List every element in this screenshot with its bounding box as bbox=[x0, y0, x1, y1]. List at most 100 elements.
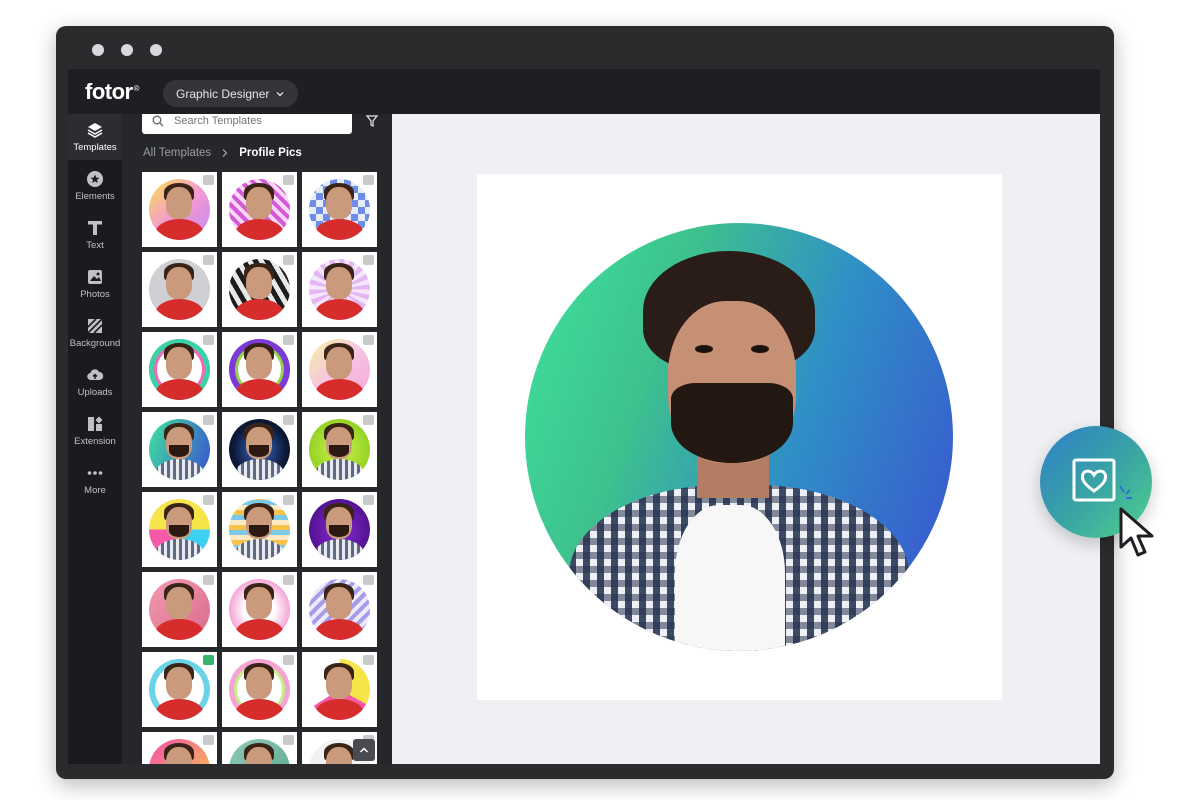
search-box bbox=[142, 114, 352, 134]
rail-item-uploads[interactable]: Uploads bbox=[68, 359, 122, 405]
favorite-icon[interactable] bbox=[283, 415, 294, 425]
template-tile[interactable] bbox=[142, 652, 217, 727]
profile-portrait[interactable] bbox=[525, 223, 953, 651]
rail-item-more[interactable]: More bbox=[68, 457, 122, 503]
template-tile[interactable] bbox=[302, 252, 377, 327]
template-tile[interactable] bbox=[222, 732, 297, 764]
favorite-icon[interactable] bbox=[363, 415, 374, 425]
rail-label: Photos bbox=[80, 289, 110, 300]
template-tile[interactable] bbox=[302, 572, 377, 647]
rail-label: Extension bbox=[74, 436, 116, 447]
template-tile[interactable] bbox=[142, 572, 217, 647]
favorite-icon[interactable] bbox=[203, 255, 214, 265]
template-tile[interactable] bbox=[302, 332, 377, 407]
template-thumbnail bbox=[229, 579, 290, 640]
layers-icon bbox=[87, 123, 103, 138]
portrait-eye bbox=[695, 345, 713, 353]
template-thumbnail bbox=[309, 179, 370, 240]
heart-frame-icon bbox=[1072, 458, 1116, 502]
rail-item-text[interactable]: Text bbox=[68, 212, 122, 258]
mouse-pointer-icon bbox=[1119, 507, 1154, 557]
favorite-icon[interactable] bbox=[283, 335, 294, 345]
browser-window: fotor® Graphic Designer Templates Elemen… bbox=[56, 26, 1114, 779]
breadcrumb-all-templates[interactable]: All Templates bbox=[143, 147, 211, 159]
rail-label: Background bbox=[69, 338, 121, 349]
template-tile[interactable] bbox=[222, 252, 297, 327]
template-thumbnail bbox=[149, 499, 210, 560]
star-circle-icon bbox=[87, 171, 103, 187]
template-thumbnail bbox=[149, 179, 210, 240]
favorite-icon[interactable] bbox=[203, 575, 214, 585]
text-icon bbox=[88, 221, 102, 235]
template-tile[interactable] bbox=[222, 172, 297, 247]
favorite-icon[interactable] bbox=[283, 575, 294, 585]
template-thumbnail bbox=[229, 499, 290, 560]
scroll-to-top-button[interactable] bbox=[353, 739, 375, 761]
template-tile[interactable] bbox=[222, 412, 297, 487]
favorite-icon[interactable] bbox=[363, 175, 374, 185]
template-tile[interactable] bbox=[222, 332, 297, 407]
favorite-icon[interactable] bbox=[283, 175, 294, 185]
template-thumbnail bbox=[309, 259, 370, 320]
favorite-icon[interactable] bbox=[203, 175, 214, 185]
artboard[interactable] bbox=[477, 174, 1002, 700]
template-tile[interactable] bbox=[222, 652, 297, 727]
window-dot[interactable] bbox=[150, 44, 162, 56]
template-tile[interactable] bbox=[302, 172, 377, 247]
chevron-up-icon bbox=[359, 747, 369, 753]
favorite-icon[interactable] bbox=[363, 655, 374, 665]
favorite-icon[interactable] bbox=[283, 655, 294, 665]
left-tool-rail: Templates Elements Text Photos Backgroun… bbox=[68, 114, 122, 764]
portrait-eye bbox=[751, 345, 769, 353]
favorite-icon[interactable] bbox=[363, 335, 374, 345]
template-tile[interactable] bbox=[142, 252, 217, 327]
filter-icon[interactable] bbox=[365, 114, 379, 128]
fotor-logo[interactable]: fotor® bbox=[85, 79, 140, 105]
favorite-icon[interactable] bbox=[203, 735, 214, 745]
template-tile[interactable] bbox=[142, 412, 217, 487]
rail-item-background[interactable]: Background bbox=[68, 310, 122, 356]
template-tile[interactable] bbox=[142, 732, 217, 764]
template-tile[interactable] bbox=[142, 172, 217, 247]
favorite-icon[interactable] bbox=[363, 575, 374, 585]
portrait-tshirt bbox=[675, 505, 785, 651]
window-dot[interactable] bbox=[121, 44, 133, 56]
rail-item-templates[interactable]: Templates bbox=[68, 114, 122, 160]
favorite-icon[interactable] bbox=[203, 495, 214, 505]
rail-item-photos[interactable]: Photos bbox=[68, 261, 122, 307]
template-tile[interactable] bbox=[222, 572, 297, 647]
favorite-icon[interactable] bbox=[203, 655, 214, 665]
template-tile[interactable] bbox=[302, 412, 377, 487]
rail-label: Templates bbox=[73, 142, 117, 153]
graphic-designer-dropdown[interactable]: Graphic Designer bbox=[163, 80, 299, 107]
favorite-icon[interactable] bbox=[363, 495, 374, 505]
template-tile[interactable] bbox=[142, 492, 217, 567]
template-tile[interactable] bbox=[222, 492, 297, 567]
favorite-icon[interactable] bbox=[283, 735, 294, 745]
template-thumbnail bbox=[149, 339, 210, 400]
favorite-icon[interactable] bbox=[363, 255, 374, 265]
template-thumbnail bbox=[149, 259, 210, 320]
rail-item-extension[interactable]: Extension bbox=[68, 408, 122, 454]
search-input[interactable] bbox=[172, 114, 336, 128]
rail-item-elements[interactable]: Elements bbox=[68, 163, 122, 209]
template-thumbnail bbox=[309, 659, 370, 720]
favorite-icon[interactable] bbox=[203, 335, 214, 345]
portrait-beard bbox=[671, 383, 793, 463]
rail-label: Uploads bbox=[77, 387, 113, 398]
favorite-icon[interactable] bbox=[203, 415, 214, 425]
template-tile[interactable] bbox=[302, 492, 377, 567]
template-thumbnail bbox=[309, 339, 370, 400]
template-grid bbox=[142, 172, 378, 764]
favorite-icon[interactable] bbox=[283, 495, 294, 505]
search-icon bbox=[152, 115, 164, 127]
favorite-icon[interactable] bbox=[283, 255, 294, 265]
template-thumbnail bbox=[309, 419, 370, 480]
template-thumbnail bbox=[229, 179, 290, 240]
window-dot[interactable] bbox=[92, 44, 104, 56]
template-tile[interactable] bbox=[302, 652, 377, 727]
mode-label: Graphic Designer bbox=[176, 86, 270, 101]
background-icon bbox=[87, 318, 103, 334]
template-thumbnail bbox=[149, 419, 210, 480]
template-tile[interactable] bbox=[142, 332, 217, 407]
